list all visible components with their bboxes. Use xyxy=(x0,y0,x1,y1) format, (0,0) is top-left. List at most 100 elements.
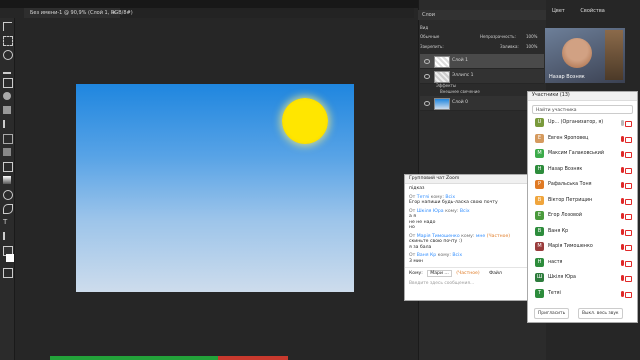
participant-row[interactable]: Е Егор Лозовой xyxy=(532,209,633,223)
move-tool-icon[interactable] xyxy=(3,22,12,31)
taskbar-record-segment xyxy=(218,356,288,360)
chat-message-text: підказ xyxy=(409,186,425,191)
layers-panel-header[interactable]: Слои xyxy=(418,10,546,20)
blend-row: Обычные Непрозрачность: 100% xyxy=(420,33,544,40)
participant-row[interactable]: Ш Шкіля Юра xyxy=(532,271,633,285)
layer-name: Слой 1 xyxy=(452,58,468,63)
participant-row[interactable]: Р Рафальська Тоня xyxy=(532,178,633,192)
camera-icon[interactable] xyxy=(625,276,632,282)
eye-icon[interactable] xyxy=(424,59,430,64)
microphone-icon[interactable] xyxy=(621,244,624,250)
fill-value[interactable]: 100% xyxy=(526,43,537,50)
camera-icon[interactable] xyxy=(625,167,632,174)
camera-icon[interactable] xyxy=(625,198,632,205)
layer-row[interactable]: Слой 1 xyxy=(420,54,544,69)
microphone-icon[interactable] xyxy=(621,228,624,235)
message-sender: Шкіля Юра xyxy=(416,208,444,214)
layer-name: Эллипс 1 xyxy=(452,73,474,78)
eye-icon[interactable] xyxy=(424,101,430,106)
layer-row[interactable]: Эллипс 1 xyxy=(420,69,544,84)
camera-icon[interactable] xyxy=(625,152,632,158)
microphone-icon[interactable] xyxy=(621,197,624,204)
participant-row[interactable]: Ннастя xyxy=(532,256,633,270)
participant-row[interactable]: Н Назар Возняк xyxy=(532,163,633,177)
pen-tool-icon[interactable] xyxy=(3,204,13,214)
lasso-tool-icon[interactable] xyxy=(3,50,13,60)
camera-icon[interactable] xyxy=(625,291,632,298)
crop-tool-icon[interactable] xyxy=(3,78,13,88)
stamp-tool-icon[interactable] xyxy=(3,134,13,144)
microphone-icon[interactable] xyxy=(621,151,624,157)
camera-icon[interactable] xyxy=(625,214,632,220)
microphone-icon[interactable] xyxy=(621,182,624,188)
magic-wand-icon[interactable] xyxy=(3,64,11,74)
opacity-value[interactable]: 100% xyxy=(526,33,537,40)
color-tab[interactable]: Цвет xyxy=(552,8,565,14)
eyedropper-icon[interactable] xyxy=(3,92,11,100)
chat-message: От Шкіля Юра кому: Всіх а я не не надо н… xyxy=(409,209,524,231)
blend-mode-select[interactable]: Обычные xyxy=(420,34,439,39)
camera-icon[interactable] xyxy=(625,183,632,189)
microphone-icon[interactable] xyxy=(621,259,624,266)
zoom-group-chat-window: Групповий чат Zoom підказ От Тетяі кому:… xyxy=(404,174,529,301)
microphone-icon[interactable] xyxy=(621,275,624,281)
participant-row[interactable]: U Up... (Организатор, я) xyxy=(532,116,633,130)
camera-icon[interactable] xyxy=(625,245,632,251)
path-select-icon[interactable] xyxy=(3,232,13,240)
participant-row[interactable]: М Максим Галаковський xyxy=(532,147,633,161)
from-prefix: От xyxy=(409,194,416,200)
camera-icon[interactable] xyxy=(625,136,632,143)
properties-tab[interactable]: Свойства xyxy=(580,8,604,14)
document-tab[interactable]: Без имени-1 @ 90,9% (Слой 1, RGB/8#) × xyxy=(24,8,133,18)
close-icon[interactable]: × xyxy=(112,8,116,18)
eraser-icon[interactable] xyxy=(3,162,13,172)
microphone-icon[interactable] xyxy=(621,135,624,142)
participant-row[interactable]: Е Евген Яроповец xyxy=(532,132,633,146)
gradient-tool-icon[interactable] xyxy=(3,176,11,184)
brush-tool-icon[interactable] xyxy=(3,120,13,128)
layer-row[interactable]: Слой 0 xyxy=(420,96,544,111)
type-tool-icon[interactable]: T xyxy=(3,218,11,226)
to-prefix: кому: xyxy=(437,253,451,258)
message-sender: Марія Тимошенко xyxy=(416,233,460,239)
camera-icon[interactable] xyxy=(625,260,632,267)
background-color-swatch[interactable] xyxy=(6,254,14,262)
layer-name: Слой 0 xyxy=(452,100,468,105)
microphone-icon[interactable] xyxy=(621,120,624,126)
participant-row[interactable]: Т Тетяі xyxy=(532,287,633,301)
lock-row: Закрепить: Заливка: 100% xyxy=(420,43,544,50)
participant-name: Егор Лозовой xyxy=(548,213,582,218)
participant-name: Up... (Организатор, я) xyxy=(548,120,604,125)
quick-mask-icon[interactable] xyxy=(3,268,13,278)
avatar: М xyxy=(535,242,544,251)
healing-brush-icon[interactable] xyxy=(3,106,11,114)
layers-panel-title: Слои xyxy=(422,12,435,18)
invite-button[interactable]: Пригласить xyxy=(534,308,570,319)
participant-row[interactable]: М Марія Тимошенко xyxy=(532,240,633,254)
layer-thumbnail xyxy=(434,71,450,83)
camera-icon[interactable] xyxy=(625,229,632,236)
layer-kind-select[interactable]: Вид xyxy=(420,25,428,30)
microphone-icon[interactable] xyxy=(621,166,624,173)
camera-icon[interactable] xyxy=(625,121,632,127)
participant-search-input[interactable]: Найти участника xyxy=(532,105,633,114)
chat-title-bar[interactable]: Групповий чат Zoom xyxy=(405,175,528,184)
blur-tool-icon[interactable] xyxy=(3,190,13,200)
eye-icon[interactable] xyxy=(424,74,430,79)
mute-all-button[interactable]: Выкл. весь звук xyxy=(578,308,623,319)
chat-input[interactable]: Введите здесь сообщения... xyxy=(409,281,523,295)
participants-title-bar[interactable]: Участники (13) xyxy=(528,92,637,101)
layer-filter-row[interactable]: Вид xyxy=(420,24,544,31)
file-button[interactable]: Файл xyxy=(489,271,502,276)
participant-row[interactable]: В Віктор Петрищин xyxy=(532,194,633,208)
microphone-icon[interactable] xyxy=(621,290,624,297)
history-brush-icon[interactable] xyxy=(3,148,11,156)
sun-ellipse xyxy=(282,98,328,144)
participant-row[interactable]: В Ваня Кр xyxy=(532,225,633,239)
from-prefix: От xyxy=(409,233,416,239)
participant-name: Віктор Петрищин xyxy=(548,197,593,203)
marquee-tool-icon[interactable] xyxy=(3,36,13,46)
recipient-select[interactable]: Мари ... xyxy=(427,270,452,277)
microphone-icon[interactable] xyxy=(621,213,624,219)
chat-message-text: Егор напиши будь-ласка свою почту xyxy=(409,200,498,205)
